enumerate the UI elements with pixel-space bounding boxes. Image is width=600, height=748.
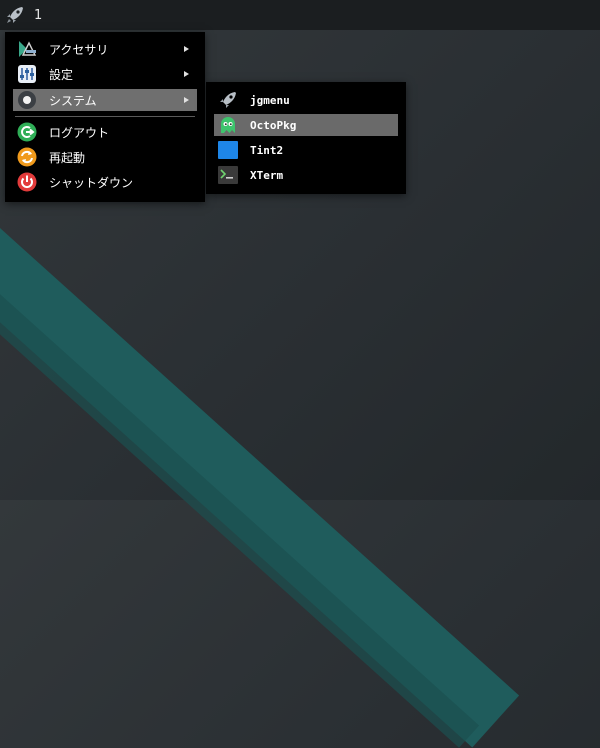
submenu-item-tint2[interactable]: Tint2 xyxy=(214,139,398,161)
submenu-item-label: XTerm xyxy=(250,168,284,182)
logout-icon xyxy=(17,122,37,142)
menu-item-system[interactable]: システム xyxy=(13,89,197,111)
submenu-arrow-icon xyxy=(184,46,189,52)
submenu-item-label: Tint2 xyxy=(250,143,284,157)
menu-item-label: 再起動 xyxy=(49,150,86,165)
menu-item-accessories[interactable]: アクセサリ xyxy=(13,38,197,60)
rocket-icon xyxy=(7,7,23,23)
menu-item-label: システム xyxy=(49,93,97,108)
menu-separator xyxy=(15,116,195,117)
wallpaper-stripe xyxy=(0,120,520,748)
submenu-item-label: OctoPkg xyxy=(250,118,297,132)
menu-launcher-button[interactable] xyxy=(0,0,30,30)
menu-item-label: ログアウト xyxy=(49,125,110,140)
menu-item-restart[interactable]: 再起動 xyxy=(13,146,197,168)
submenu-arrow-icon xyxy=(184,97,189,103)
restart-icon xyxy=(17,147,37,167)
top-panel: 1 xyxy=(0,0,600,30)
menu-item-shutdown[interactable]: シャットダウン xyxy=(13,171,197,193)
accessories-icon xyxy=(17,39,37,59)
rocket-icon xyxy=(218,90,238,110)
submenu-item-jgmenu[interactable]: jgmenu xyxy=(214,89,398,111)
settings-icon xyxy=(17,64,37,84)
shutdown-icon xyxy=(17,172,37,192)
main-menu: アクセサリ 設定 システム ログアウト 再起動 シャットダウン xyxy=(5,32,205,202)
system-submenu: jgmenu OctoPkg Tint2 XTerm xyxy=(206,82,406,194)
submenu-arrow-icon xyxy=(184,71,189,77)
terminal-icon xyxy=(218,165,238,185)
submenu-item-xterm[interactable]: XTerm xyxy=(214,164,398,186)
octopkg-icon xyxy=(218,115,238,135)
submenu-item-label: jgmenu xyxy=(250,93,290,107)
menu-item-settings[interactable]: 設定 xyxy=(13,63,197,85)
menu-item-label: 設定 xyxy=(49,67,74,82)
menu-item-logout[interactable]: ログアウト xyxy=(13,121,197,143)
tint2-icon xyxy=(218,140,238,160)
workspace-indicator[interactable]: 1 xyxy=(34,8,42,23)
menu-item-label: シャットダウン xyxy=(49,175,134,190)
system-icon xyxy=(17,90,37,110)
menu-item-label: アクセサリ xyxy=(49,42,109,57)
submenu-item-octopkg[interactable]: OctoPkg xyxy=(214,114,398,136)
